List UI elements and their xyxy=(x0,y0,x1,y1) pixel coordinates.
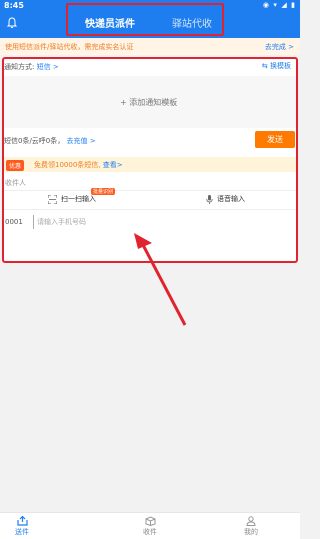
scan-icon xyxy=(48,194,57,204)
nav-send[interactable]: 送件 xyxy=(2,516,42,537)
sms-balance-text: 短信0条/云呼0条， xyxy=(4,137,65,145)
scan-input-button[interactable]: 扫一扫输入 xyxy=(48,194,96,204)
nav-me[interactable]: 我的 xyxy=(231,516,271,537)
nav-receive[interactable]: 收件 xyxy=(130,516,170,537)
recipient-label: 收件人 xyxy=(5,179,26,187)
status-time: 8:45 xyxy=(4,1,24,10)
annotation-arrow xyxy=(134,233,187,326)
receive-box-icon xyxy=(145,516,155,526)
nav-receive-label: 收件 xyxy=(143,528,157,536)
notify-method-select[interactable]: 短信 > xyxy=(37,63,59,71)
recipient-row-number: 0001 xyxy=(5,218,23,226)
scan-input-label: 扫一扫输入 xyxy=(61,195,96,203)
tab-courier-delivery[interactable]: 快递员派件 xyxy=(85,15,135,30)
nav-me-label: 我的 xyxy=(244,528,258,536)
verification-notice: 使用短信派件/驿站代收，需完成实名认证 去完成 > xyxy=(0,38,300,55)
notify-method-row: 通知方式: 短信 > xyxy=(4,62,59,72)
voice-input-label: 语音输入 xyxy=(217,195,245,203)
voice-input-button[interactable]: 语音输入 xyxy=(206,194,245,204)
switch-icon: ⇆ xyxy=(261,62,268,70)
change-template-label: 换模板 xyxy=(270,62,291,70)
bottom-nav: 送件 收件 我的 xyxy=(0,512,300,539)
phone-number-input[interactable] xyxy=(33,215,173,229)
change-template-button[interactable]: ⇆ 换模板 xyxy=(262,61,291,71)
recharge-link[interactable]: 去充值 > xyxy=(67,137,96,145)
complete-verification-link[interactable]: 去完成 > xyxy=(265,42,294,52)
send-button[interactable]: 发送 xyxy=(255,131,295,148)
person-icon xyxy=(246,516,256,526)
tab-station-collection[interactable]: 驿站代收 xyxy=(172,15,212,30)
status-icons: ◉ ▾ ◢ ▮ xyxy=(262,1,296,9)
notify-method-label: 通知方式: xyxy=(4,63,35,71)
nav-send-label: 送件 xyxy=(15,528,29,536)
add-template-label[interactable]: + 添加通知模板 xyxy=(120,97,177,108)
bell-icon[interactable] xyxy=(6,17,18,29)
microphone-icon xyxy=(206,194,213,204)
promo-text-main: 免费领10000条短信, xyxy=(34,161,101,169)
promo-text: 免费领10000条短信, 查看> xyxy=(34,160,123,170)
send-box-icon xyxy=(16,516,28,526)
promo-badge: 优惠 xyxy=(6,160,25,171)
sms-balance-row: 短信0条/云呼0条， 去充值 > xyxy=(4,136,96,146)
batch-recognition-badge: 批量识别 xyxy=(91,188,116,195)
promo-banner[interactable]: 优惠 免费领10000条短信, 查看> xyxy=(4,157,296,172)
promo-view-link[interactable]: 查看> xyxy=(103,161,123,169)
notice-text: 使用短信派件/驿站代收，需完成实名认证 xyxy=(5,43,134,51)
